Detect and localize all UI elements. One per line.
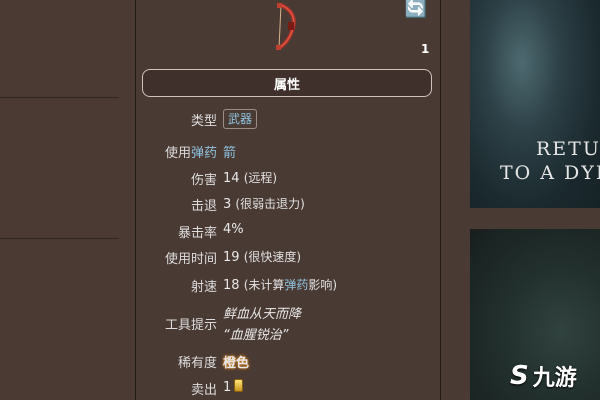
game-ad-banner[interactable]: RETU TO A DYI [470, 0, 600, 208]
ammo-value-link[interactable]: 箭 [223, 146, 236, 161]
ammo-link[interactable]: 弹药 [284, 278, 308, 292]
banner-text-line-2: TO A DYI [500, 162, 600, 184]
property-row-type: 类型 武器 [136, 109, 436, 130]
blood-bow-item-image [276, 3, 296, 50]
property-label: 伤害 [190, 173, 217, 188]
type-link[interactable]: 武器 [223, 109, 258, 129]
property-row-sell: 卖出 1 [136, 379, 436, 399]
property-label: 击退 [190, 199, 217, 214]
divider [0, 238, 119, 239]
crit-value: 4% [223, 222, 244, 237]
watermark-text: 九游 [532, 366, 577, 391]
property-label: 类型 [190, 114, 217, 129]
property-label: 卖出 [190, 383, 217, 398]
damage-note: (远程) [243, 171, 278, 185]
property-row-rarity: 稀有度 橙色 [136, 352, 436, 372]
tooltip-line-2: “血腥锐治” [223, 328, 289, 343]
tooltip-lines: 鲜血从天而降 [136, 303, 436, 323]
property-label: 稀有度 [177, 356, 217, 371]
sell-value: 1 [223, 380, 232, 395]
property-row-ammo: 使用弹药 箭 [136, 142, 436, 162]
item-count: 1 [421, 42, 430, 56]
left-panel [0, 0, 135, 400]
velocity-note: (未计算弹药影响) [243, 278, 338, 292]
property-label: 使用弹药 [164, 146, 217, 161]
watermark-mark: S [510, 361, 529, 391]
property-row-use-time: 使用时间 19 (很快速度) [136, 248, 436, 268]
property-label: 射速 [190, 280, 217, 295]
property-row-damage: 伤害 14 (远程) [136, 169, 436, 189]
velocity-value: 18 [223, 278, 240, 293]
knockback-value: 3 [223, 197, 232, 212]
use-time-note: (很快速度) [243, 250, 302, 264]
use-time-value: 19 [223, 250, 240, 265]
rarity-value: 橙色 [223, 356, 250, 371]
property-row-knockback: 击退 3 (很弱击退力) [136, 195, 436, 215]
property-row-crit: 暴击率 4% [136, 222, 436, 242]
divider [0, 97, 119, 98]
tooltip-lines: “血腥锐治” [136, 324, 436, 344]
damage-value: 14 [223, 171, 240, 186]
refresh-icon[interactable]: 🔄 [404, 0, 428, 20]
property-label: 使用时间 [164, 252, 217, 267]
gold-coin-icon [234, 379, 244, 392]
ammo-link[interactable]: 弹药 [191, 146, 217, 161]
tooltip-line-1: 鲜血从天而降 [223, 307, 302, 322]
property-label: 暴击率 [177, 226, 217, 241]
knockback-note: (很弱击退力) [235, 197, 305, 211]
banner-text-line-1: RETU [536, 138, 600, 160]
property-row-velocity: 射速 18 (未计算弹药影响) [136, 276, 436, 296]
watermark-logo: S 九游 [510, 360, 577, 392]
section-title: 属性 [273, 77, 300, 93]
section-header: 属性 [142, 69, 432, 97]
